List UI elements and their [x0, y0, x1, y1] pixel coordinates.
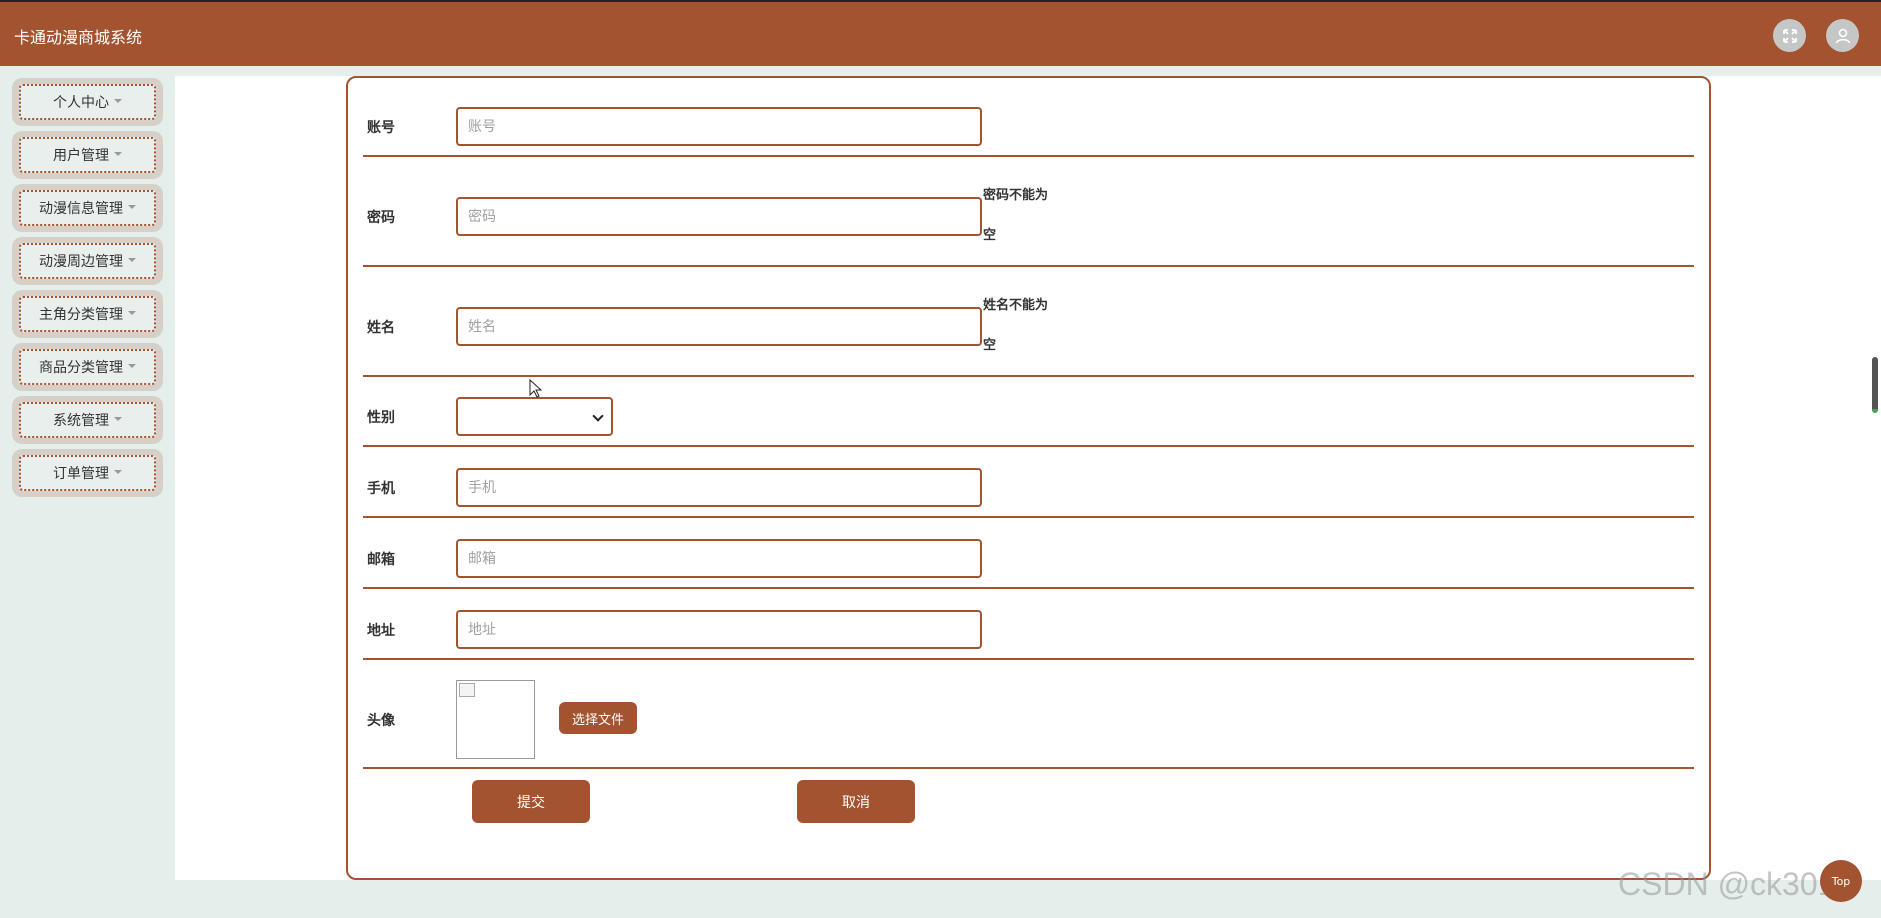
cancel-button[interactable]: 取消 [797, 780, 915, 823]
sidebar-item-label: 用户管理 [53, 148, 109, 164]
sidebar-item-label: 动漫信息管理 [39, 201, 123, 217]
account-label: 账号 [367, 120, 395, 136]
user-icon[interactable] [1826, 19, 1859, 52]
sidebar-item-label: 订单管理 [53, 466, 109, 482]
sidebar-item-label: 系统管理 [53, 413, 109, 429]
password-error: 密码不能为空 [983, 188, 1049, 243]
top-bar: 卡通动漫商城系统 [0, 0, 1881, 66]
app-title: 卡通动漫商城系统 [14, 28, 143, 47]
divider [363, 445, 1694, 447]
address-label: 地址 [367, 623, 395, 639]
sidebar-item-label: 个人中心 [53, 95, 109, 111]
divider [363, 658, 1694, 660]
caret-down-icon [128, 258, 136, 262]
caret-down-icon [128, 311, 136, 315]
sidebar-item-character-category-management[interactable]: 主角分类管理 [12, 290, 163, 338]
choose-file-button[interactable]: 选择文件 [559, 702, 637, 734]
email-input[interactable] [456, 539, 982, 578]
address-input[interactable] [456, 610, 982, 649]
sidebar-item-anime-merch-management[interactable]: 动漫周边管理 [12, 237, 163, 285]
fullscreen-icon[interactable] [1773, 19, 1806, 52]
caret-down-icon [114, 417, 122, 421]
name-error: 姓名不能为空 [983, 298, 1049, 353]
email-label: 邮箱 [367, 552, 395, 568]
sidebar-item-label: 动漫周边管理 [39, 254, 123, 270]
caret-down-icon [114, 470, 122, 474]
sidebar-item-product-category-management[interactable]: 商品分类管理 [12, 343, 163, 391]
divider [363, 155, 1694, 157]
chevron-down-icon [592, 410, 604, 422]
divider [363, 265, 1694, 267]
caret-down-icon [128, 364, 136, 368]
mouse-cursor-icon [529, 378, 543, 403]
divider [363, 375, 1694, 377]
name-label: 姓名 [367, 320, 395, 336]
sidebar-item-label: 商品分类管理 [39, 360, 123, 376]
sidebar-item-system-management[interactable]: 系统管理 [12, 396, 163, 444]
phone-label: 手机 [367, 481, 395, 497]
caret-down-icon [114, 152, 122, 156]
divider [363, 587, 1694, 589]
account-input[interactable] [456, 107, 982, 146]
sidebar-item-anime-info-management[interactable]: 动漫信息管理 [12, 184, 163, 232]
password-label: 密码 [367, 210, 395, 226]
name-input[interactable] [456, 307, 982, 346]
gender-label: 性别 [367, 410, 395, 426]
sidebar-item-label: 主角分类管理 [39, 307, 123, 323]
password-input[interactable] [456, 197, 982, 236]
divider [363, 767, 1694, 769]
caret-down-icon [128, 205, 136, 209]
watermark: CSDN @ck3018 [1618, 866, 1854, 902]
caret-down-icon [114, 99, 122, 103]
sidebar-item-user-management[interactable]: 用户管理 [12, 131, 163, 179]
sidebar-item-personal-center[interactable]: 个人中心 [12, 78, 163, 126]
broken-image-icon [459, 683, 475, 697]
phone-input[interactable] [456, 468, 982, 507]
avatar-label: 头像 [367, 713, 395, 729]
sidebar: 个人中心 用户管理 动漫信息管理 动漫周边管理 主角分类管理 商品分类管理 系统… [0, 74, 175, 880]
back-to-top-button[interactable]: Top [1820, 860, 1862, 902]
avatar-preview [456, 680, 535, 759]
divider [363, 516, 1694, 518]
submit-button[interactable]: 提交 [472, 780, 590, 823]
sidebar-item-order-management[interactable]: 订单管理 [12, 449, 163, 497]
scrollbar-thumb[interactable] [1872, 357, 1878, 413]
